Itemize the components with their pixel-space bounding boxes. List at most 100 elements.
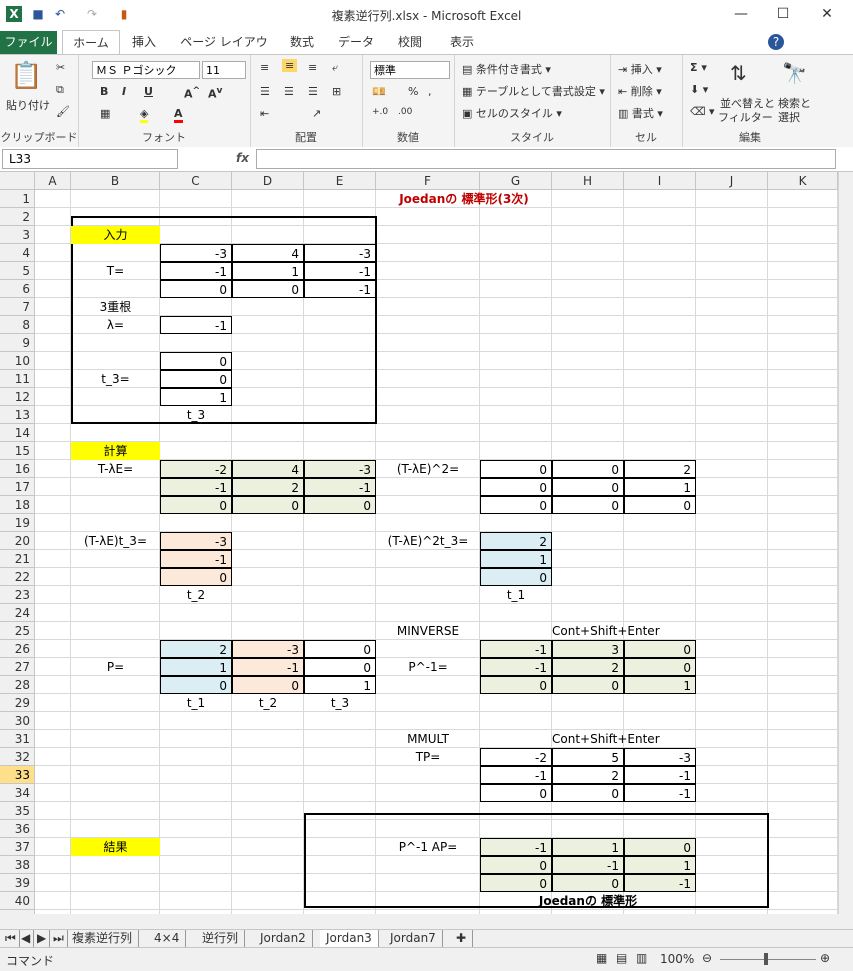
row-header-14[interactable]: 14 xyxy=(0,424,35,442)
vertical-scrollbar[interactable] xyxy=(838,172,853,914)
fill-color-icon[interactable]: ◈ xyxy=(140,107,149,123)
TlEt3-vector-cell[interactable]: -1 xyxy=(160,550,232,568)
percent-icon[interactable]: % xyxy=(408,85,418,98)
row-header-27[interactable]: 27 xyxy=(0,658,35,676)
TlE-matrix-cell[interactable]: 2 xyxy=(232,478,304,496)
row-header-26[interactable]: 26 xyxy=(0,640,35,658)
sort-filter-icon[interactable]: ⇅ xyxy=(730,61,747,85)
align-bottom-icon[interactable]: ≡ xyxy=(308,61,317,74)
TP-matrix-cell[interactable]: 0 xyxy=(480,784,552,802)
sheet-tab-0[interactable]: 複素逆行列 xyxy=(66,930,140,947)
row-header-22[interactable]: 22 xyxy=(0,568,35,586)
copy-icon[interactable]: ⧉ xyxy=(56,83,64,97)
find-select-label-2[interactable]: 選択 xyxy=(778,109,800,125)
tab-data[interactable]: データ xyxy=(334,30,378,54)
TP-matrix-cell[interactable]: -1 xyxy=(480,766,552,784)
P-matrix-cell[interactable]: -3 xyxy=(232,640,304,658)
TP-matrix-cell[interactable]: -1 xyxy=(624,784,696,802)
TlE-matrix-cell[interactable]: 4 xyxy=(232,460,304,478)
PAP-matrix-cell[interactable]: -1 xyxy=(624,874,696,892)
zoom-level[interactable]: 100% xyxy=(660,952,694,966)
TlE2-matrix-cell[interactable]: 2 xyxy=(624,460,696,478)
row-header-25[interactable]: 25 xyxy=(0,622,35,640)
PAP-matrix-cell[interactable]: -1 xyxy=(552,856,624,874)
column-header-F[interactable]: F xyxy=(376,172,480,190)
insert-cells-button[interactable]: ⇥ 挿入 ▾ xyxy=(618,61,662,77)
row-header-7[interactable]: 7 xyxy=(0,298,35,316)
horizontal-scrollbar[interactable] xyxy=(0,914,853,929)
font-size-box[interactable]: 11 xyxy=(202,61,246,79)
maximize-button[interactable]: ☐ xyxy=(768,4,798,24)
column-header-D[interactable]: D xyxy=(232,172,304,190)
T-matrix-cell[interactable]: 0 xyxy=(160,280,232,298)
t3-vector-cell[interactable]: 0 xyxy=(160,370,232,388)
TlE-matrix-cell[interactable]: 0 xyxy=(232,496,304,514)
P-matrix-cell[interactable]: 0 xyxy=(160,676,232,694)
T-matrix-cell[interactable]: -3 xyxy=(160,244,232,262)
page-layout-view-icon[interactable]: ▤ xyxy=(616,951,627,965)
TlE-matrix-cell[interactable]: -1 xyxy=(160,478,232,496)
row-header-15[interactable]: 15 xyxy=(0,442,35,460)
Pinv-matrix-cell[interactable]: 0 xyxy=(552,676,624,694)
row-header-8[interactable]: 8 xyxy=(0,316,35,334)
TP-matrix-cell[interactable]: 5 xyxy=(552,748,624,766)
zoom-out-icon[interactable]: ⊖ xyxy=(702,951,712,965)
T-matrix-cell[interactable]: -1 xyxy=(160,262,232,280)
border-icon[interactable]: ▦ xyxy=(100,107,110,120)
row-header-4[interactable]: 4 xyxy=(0,244,35,262)
file-tab[interactable]: ファイル xyxy=(0,31,57,54)
TP-matrix-cell[interactable]: -2 xyxy=(480,748,552,766)
align-right-icon[interactable]: ☰ xyxy=(308,85,318,98)
find-select-icon[interactable]: 🔭 xyxy=(782,61,807,85)
Pinv-matrix-cell[interactable]: 3 xyxy=(552,640,624,658)
TlE-matrix-cell[interactable]: -3 xyxy=(304,460,376,478)
Pinv-matrix-cell[interactable]: 2 xyxy=(552,658,624,676)
row-header-17[interactable]: 17 xyxy=(0,478,35,496)
TlEt3-vector-cell[interactable]: -3 xyxy=(160,532,232,550)
TP-matrix-cell[interactable]: 2 xyxy=(552,766,624,784)
TlE2-matrix-cell[interactable]: 0 xyxy=(480,478,552,496)
row-header-35[interactable]: 35 xyxy=(0,802,35,820)
P-matrix-cell[interactable]: -1 xyxy=(232,658,304,676)
T-matrix-cell[interactable]: -1 xyxy=(304,262,376,280)
tab-review[interactable]: 校閲 xyxy=(388,30,432,54)
TlE2t3-vector-cell[interactable]: 2 xyxy=(480,532,552,550)
worksheet-grid[interactable]: A B C D E F G H I J K 1 2 3 4 5 6 7 8 9 10 11 12 13 14 15 16 17 18 19… xyxy=(0,172,838,914)
column-header-B[interactable]: B xyxy=(71,172,160,190)
row-header-32[interactable]: 32 xyxy=(0,748,35,766)
increase-decimal-icon[interactable]: +.0 xyxy=(372,107,388,117)
TlE2-matrix-cell[interactable]: 0 xyxy=(480,460,552,478)
zoom-slider-thumb[interactable] xyxy=(764,953,768,965)
row-header-24[interactable]: 24 xyxy=(0,604,35,622)
font-name-box[interactable]: ＭＳ Ｐゴシック xyxy=(92,61,200,79)
row-header-1[interactable]: 1 xyxy=(0,190,35,208)
TlE2-matrix-cell[interactable]: 0 xyxy=(480,496,552,514)
tab-insert[interactable]: 挿入 xyxy=(124,30,164,54)
italic-button[interactable]: I xyxy=(122,85,126,98)
row-header-19[interactable]: 19 xyxy=(0,514,35,532)
align-left-icon[interactable]: ☰ xyxy=(260,85,270,98)
row-header-10[interactable]: 10 xyxy=(0,352,35,370)
row-header-18[interactable]: 18 xyxy=(0,496,35,514)
P-matrix-cell[interactable]: 1 xyxy=(160,658,232,676)
T-matrix-cell[interactable]: -3 xyxy=(304,244,376,262)
TP-matrix-cell[interactable]: -1 xyxy=(624,766,696,784)
Pinv-matrix-cell[interactable]: 1 xyxy=(624,676,696,694)
name-box[interactable]: L33 xyxy=(2,149,178,169)
row-header-36[interactable]: 36 xyxy=(0,820,35,838)
Pinv-matrix-cell[interactable]: 0 xyxy=(624,658,696,676)
t3-vector-cell[interactable]: 0 xyxy=(160,352,232,370)
TlE2t3-vector-cell[interactable]: 0 xyxy=(480,568,552,586)
TP-matrix-cell[interactable]: 0 xyxy=(552,784,624,802)
paste-icon[interactable]: 📋 xyxy=(10,61,42,91)
Pinv-matrix-cell[interactable]: 0 xyxy=(624,640,696,658)
page-break-view-icon[interactable]: ▥ xyxy=(636,951,647,965)
paste-button[interactable]: 貼り付け xyxy=(6,97,50,113)
row-header-34[interactable]: 34 xyxy=(0,784,35,802)
row-header-6[interactable]: 6 xyxy=(0,280,35,298)
TlE-matrix-cell[interactable]: 0 xyxy=(304,496,376,514)
TlE2-matrix-cell[interactable]: 1 xyxy=(624,478,696,496)
merge-icon[interactable]: ⊞ xyxy=(332,85,341,98)
TlE-matrix-cell[interactable]: -2 xyxy=(160,460,232,478)
T-matrix-cell[interactable]: 0 xyxy=(232,280,304,298)
